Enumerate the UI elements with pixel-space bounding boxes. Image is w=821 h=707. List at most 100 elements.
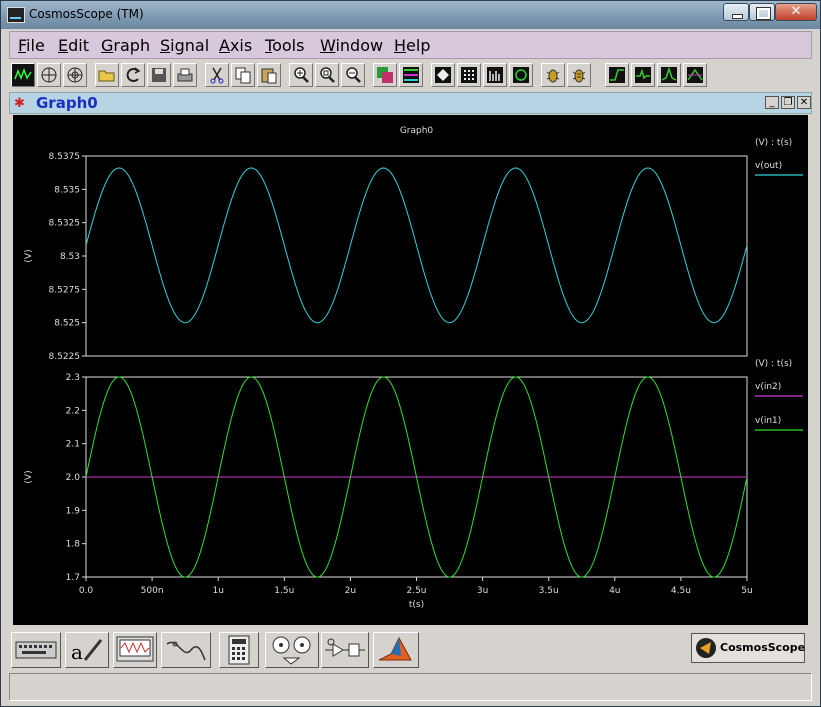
bug-list-icon[interactable] (567, 63, 591, 87)
plot-frame (85, 155, 748, 357)
y-tick-label: 1.7 (66, 573, 80, 583)
x-tick-label: 2u (345, 586, 356, 596)
cosmosscope-logo-icon (696, 638, 716, 658)
x-tick-label: 3.5u (539, 586, 559, 596)
x-tick-label: 3u (477, 586, 488, 596)
cosmosscope-logo-text: CosmosScope (720, 641, 806, 654)
app-icon (7, 7, 25, 23)
status-bar (9, 673, 812, 701)
main-window: CosmosScope (TM) ✕ File Edit Graph Signa… (0, 0, 821, 707)
legend-label: v(out) (755, 161, 782, 171)
save-icon[interactable] (147, 63, 171, 87)
y-tick-label: 8.5275 (49, 285, 81, 295)
graph-window-title: Graph0 (36, 94, 98, 112)
y-tick-label: 8.5375 (49, 152, 81, 162)
y-tick-label: 8.53 (60, 252, 80, 262)
x-tick-label: 5u (741, 586, 752, 596)
keyboard-icon[interactable] (11, 632, 61, 668)
series-line-v-out- (85, 167, 748, 324)
close-button[interactable]: ✕ (775, 3, 817, 21)
diamond-icon[interactable] (431, 63, 455, 87)
y-tick-label: 8.535 (54, 185, 80, 195)
polar-icon[interactable] (63, 63, 87, 87)
menu-window[interactable]: Window (320, 36, 383, 55)
menu-bar: File Edit Graph Signal Axis Tools Window… (9, 31, 812, 59)
menu-signal[interactable]: Signal (160, 36, 209, 55)
zoom-fit-icon[interactable] (315, 63, 339, 87)
y-tick-label: 8.5225 (49, 352, 81, 362)
legend-label: v(in2) (755, 382, 781, 392)
y-tick-label: 8.5325 (49, 219, 81, 229)
chart-title: Graph0 (400, 126, 434, 136)
zoom-out-icon[interactable] (341, 63, 365, 87)
x-axis-label: t(s) (409, 600, 424, 610)
x-tick-label: 0.0 (79, 586, 94, 596)
cut-icon[interactable] (205, 63, 229, 87)
waveform-icon[interactable] (11, 63, 35, 87)
measure-cross-icon[interactable] (683, 63, 707, 87)
svg-text:a: a (71, 640, 83, 664)
curve-icon[interactable] (161, 632, 211, 668)
schematic-icon[interactable] (321, 632, 369, 668)
matlab-icon[interactable] (373, 632, 419, 668)
measure-pulse-icon[interactable] (631, 63, 655, 87)
plot-area[interactable]: Graph0 8.5375 8.535 8.5325 8.53 8.5275 8.525 8.… (13, 115, 808, 625)
bar-grid-icon[interactable] (483, 63, 507, 87)
y-axis-label: (V) (24, 470, 34, 483)
minimize-button[interactable] (723, 3, 749, 21)
menu-tools[interactable]: Tools (265, 36, 304, 55)
graph-minimize-button[interactable]: _ (765, 96, 779, 109)
y-tick-label: 2.0 (66, 473, 81, 483)
menu-file[interactable]: File (18, 36, 45, 55)
bug-icon[interactable] (541, 63, 565, 87)
x-tick-label: 1.5u (274, 586, 294, 596)
window-title: CosmosScope (TM) (29, 7, 144, 21)
close-icon: ✕ (790, 4, 802, 19)
y-axis-label: (V) (24, 249, 34, 262)
graph-icon: ✱ (14, 96, 25, 111)
graph-close-button[interactable]: ✕ (797, 96, 811, 109)
menu-axis[interactable]: Axis (219, 36, 252, 55)
x-tick-label: 2.5u (406, 586, 426, 596)
axis-unit-note: (V) : t(s) (755, 359, 792, 369)
print-icon[interactable] (173, 63, 197, 87)
chart-svg: Graph0 8.5375 8.535 8.5325 8.53 8.5275 8.525 8.… (24, 126, 803, 610)
y-tick-label: 1.8 (66, 540, 81, 550)
menu-help[interactable]: Help (394, 36, 430, 55)
calculator-icon[interactable] (219, 632, 259, 668)
toolbar (9, 61, 812, 91)
open-folder-icon[interactable] (95, 63, 119, 87)
graph-restore-button[interactable]: ❐ (781, 96, 795, 109)
x-tick-label: 1u (212, 586, 223, 596)
grid-icon[interactable] (37, 63, 61, 87)
zoom-in-icon[interactable] (289, 63, 313, 87)
reload-icon[interactable] (121, 63, 145, 87)
graph-title-bar[interactable]: ✱ Graph0 _ ❐ ✕ (9, 92, 812, 114)
color-bars-icon[interactable] (399, 63, 423, 87)
title-bar[interactable]: CosmosScope (TM) ✕ (1, 1, 820, 29)
axis-unit-note: (V) : t(s) (755, 138, 792, 148)
measure-peak-icon[interactable] (657, 63, 681, 87)
y-tick-label: 8.525 (54, 319, 80, 329)
maximize-button[interactable] (749, 3, 775, 21)
x-tick-label: 4u (609, 586, 620, 596)
y-tick-label: 1.9 (66, 506, 81, 516)
stack-icon[interactable] (373, 63, 397, 87)
paste-icon[interactable] (257, 63, 281, 87)
menu-graph[interactable]: Graph (101, 36, 150, 55)
measure-rise-icon[interactable] (605, 63, 629, 87)
dot-grid-icon[interactable] (457, 63, 481, 87)
radiation-icon[interactable] (265, 632, 319, 668)
y-tick-label: 2.3 (66, 373, 80, 383)
scope-icon[interactable] (113, 632, 157, 668)
bottom-toolbar: a CosmosScope (9, 630, 812, 672)
menu-edit[interactable]: Edit (58, 36, 89, 55)
cycle-icon[interactable] (509, 63, 533, 87)
x-tick-label: 500n (141, 586, 164, 596)
y-tick-label: 2.2 (66, 406, 80, 416)
annotate-icon[interactable]: a (65, 632, 109, 668)
y-tick-label: 2.1 (66, 440, 80, 450)
cosmosscope-logo[interactable]: CosmosScope (691, 633, 805, 663)
copy-icon[interactable] (231, 63, 255, 87)
legend-label: v(in1) (755, 416, 781, 426)
